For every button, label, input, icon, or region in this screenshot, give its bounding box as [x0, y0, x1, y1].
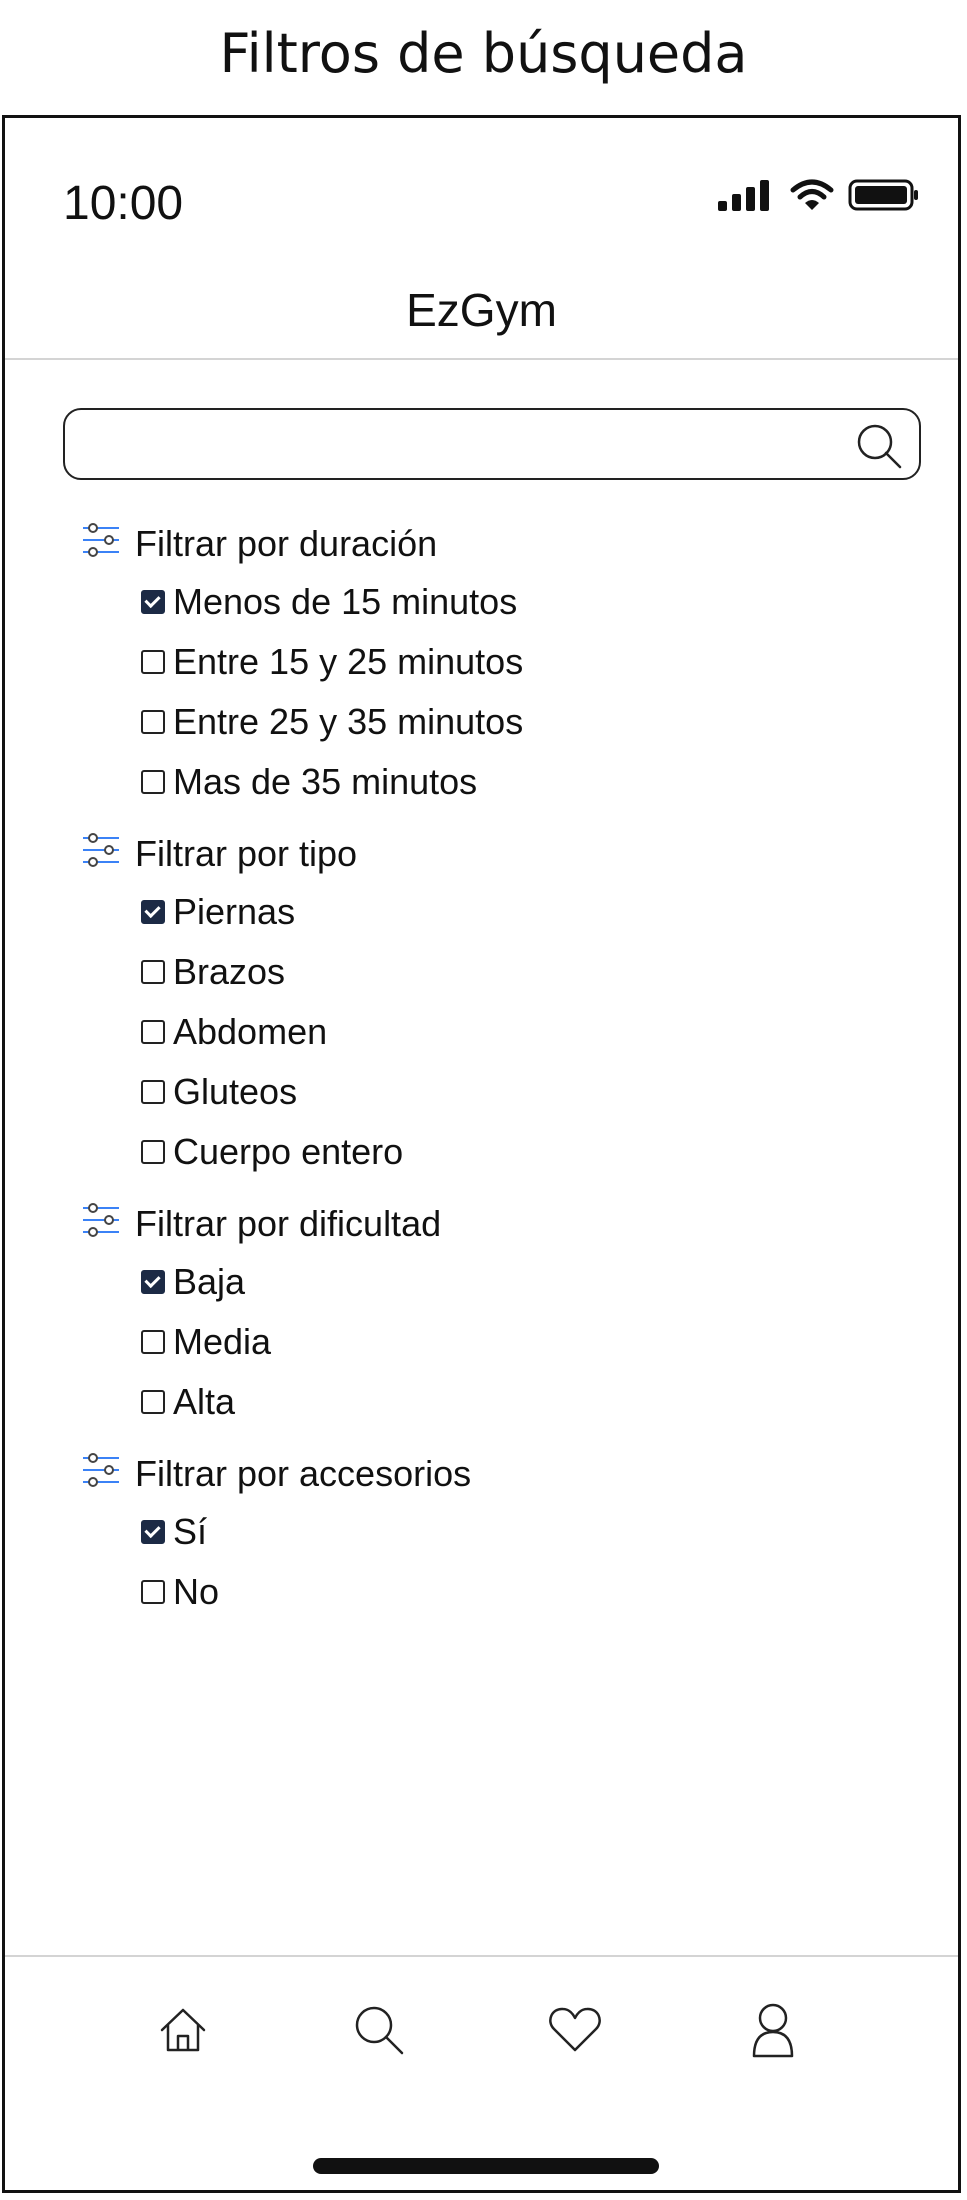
checkbox-unchecked[interactable]	[141, 1140, 165, 1164]
filter-group-heading[interactable]: Filtrar por duración	[81, 516, 901, 572]
page-caption: Filtros de búsqueda	[219, 22, 748, 85]
filter-option[interactable]: Abdomen	[81, 1002, 901, 1062]
checkbox-checked[interactable]	[141, 590, 165, 614]
filter-option-label: Brazos	[173, 951, 286, 992]
filter-option-label: Mas de 35 minutos	[173, 761, 478, 802]
filter-option[interactable]: Mas de 35 minutos	[81, 752, 901, 812]
header-divider	[5, 358, 958, 360]
checkbox-checked[interactable]	[141, 900, 165, 924]
sliders-icon	[81, 522, 135, 566]
filter-group: Filtrar por tipo Piernas Brazos Abdomen Glut…	[81, 826, 901, 1182]
filter-group: Filtrar por accesorios Sí No	[81, 1446, 901, 1622]
checkbox-unchecked[interactable]	[141, 770, 165, 794]
status-icons	[716, 178, 920, 217]
home-indicator	[313, 2158, 659, 2174]
sliders-icon	[81, 832, 135, 876]
filter-option[interactable]: Sí	[81, 1502, 901, 1562]
checkbox-unchecked[interactable]	[141, 1580, 165, 1604]
checkbox-unchecked[interactable]	[141, 1020, 165, 1044]
filter-option-label: Piernas	[173, 891, 296, 932]
filter-option-label: Baja	[173, 1261, 246, 1302]
nav-divider	[5, 1955, 958, 1957]
filter-option-label: Cuerpo entero	[173, 1131, 404, 1172]
filter-option[interactable]: Alta	[81, 1372, 901, 1432]
filter-group-heading[interactable]: Filtrar por accesorios	[81, 1446, 901, 1502]
filter-option[interactable]: Brazos	[81, 942, 901, 1002]
filter-option[interactable]: Piernas	[81, 882, 901, 942]
filter-option[interactable]: No	[81, 1562, 901, 1622]
app-title: EzGym	[406, 284, 557, 336]
search-tab-icon[interactable]	[347, 1998, 411, 2062]
battery-icon	[848, 178, 920, 217]
checkbox-checked[interactable]	[141, 1270, 165, 1294]
filter-option[interactable]: Entre 15 y 25 minutos	[81, 632, 901, 692]
phone-frame: 10:00 EzGym Filtrar por duración Menos d…	[2, 115, 961, 2193]
profile-icon[interactable]	[741, 1998, 805, 2062]
filter-option[interactable]: Media	[81, 1312, 901, 1372]
search-icon[interactable]	[855, 422, 903, 470]
filter-option-label: Abdomen	[173, 1011, 328, 1052]
filters-list: Filtrar por duración Menos de 15 minutos E…	[81, 516, 901, 1636]
filter-option[interactable]: Cuerpo entero	[81, 1122, 901, 1182]
filter-option[interactable]: Menos de 15 minutos	[81, 572, 901, 632]
checkbox-unchecked[interactable]	[141, 960, 165, 984]
filter-option[interactable]: Entre 25 y 35 minutos	[81, 692, 901, 752]
checkbox-unchecked[interactable]	[141, 1080, 165, 1104]
filter-group-heading[interactable]: Filtrar por dificultad	[81, 1196, 901, 1252]
filter-option-label: Alta	[173, 1381, 236, 1422]
sliders-icon	[81, 1452, 135, 1496]
filter-option-label: Entre 25 y 35 minutos	[173, 701, 524, 742]
filter-option-label: Entre 15 y 25 minutos	[173, 641, 524, 682]
wifi-icon	[790, 178, 834, 217]
filter-option-label: Media	[173, 1321, 272, 1362]
checkbox-unchecked[interactable]	[141, 1330, 165, 1354]
filter-group-title: Filtrar por dificultad	[135, 1203, 442, 1244]
status-time: 10:00	[63, 177, 184, 230]
filter-group-title: Filtrar por accesorios	[135, 1453, 472, 1494]
filter-option[interactable]: Gluteos	[81, 1062, 901, 1122]
filter-group: Filtrar por duración Menos de 15 minutos E…	[81, 516, 901, 812]
sliders-icon	[81, 1202, 135, 1246]
filter-option-label: Sí	[173, 1511, 208, 1552]
filter-option[interactable]: Baja	[81, 1252, 901, 1312]
filter-option-label: No	[173, 1571, 220, 1612]
filter-group-title: Filtrar por duración	[135, 523, 438, 564]
filter-group-title: Filtrar por tipo	[135, 833, 358, 874]
checkbox-unchecked[interactable]	[141, 650, 165, 674]
checkbox-checked[interactable]	[141, 1520, 165, 1544]
signal-icon	[716, 179, 776, 216]
filter-option-label: Gluteos	[173, 1071, 298, 1112]
bottom-navigation	[5, 1998, 958, 2078]
filter-group-heading[interactable]: Filtrar por tipo	[81, 826, 901, 882]
heart-icon[interactable]	[543, 1998, 607, 2062]
checkbox-unchecked[interactable]	[141, 1390, 165, 1414]
filter-group: Filtrar por dificultad Baja Media Alta	[81, 1196, 901, 1432]
filter-option-label: Menos de 15 minutos	[173, 581, 518, 622]
home-icon[interactable]	[151, 1998, 215, 2062]
search-input[interactable]	[63, 408, 921, 480]
checkbox-unchecked[interactable]	[141, 710, 165, 734]
